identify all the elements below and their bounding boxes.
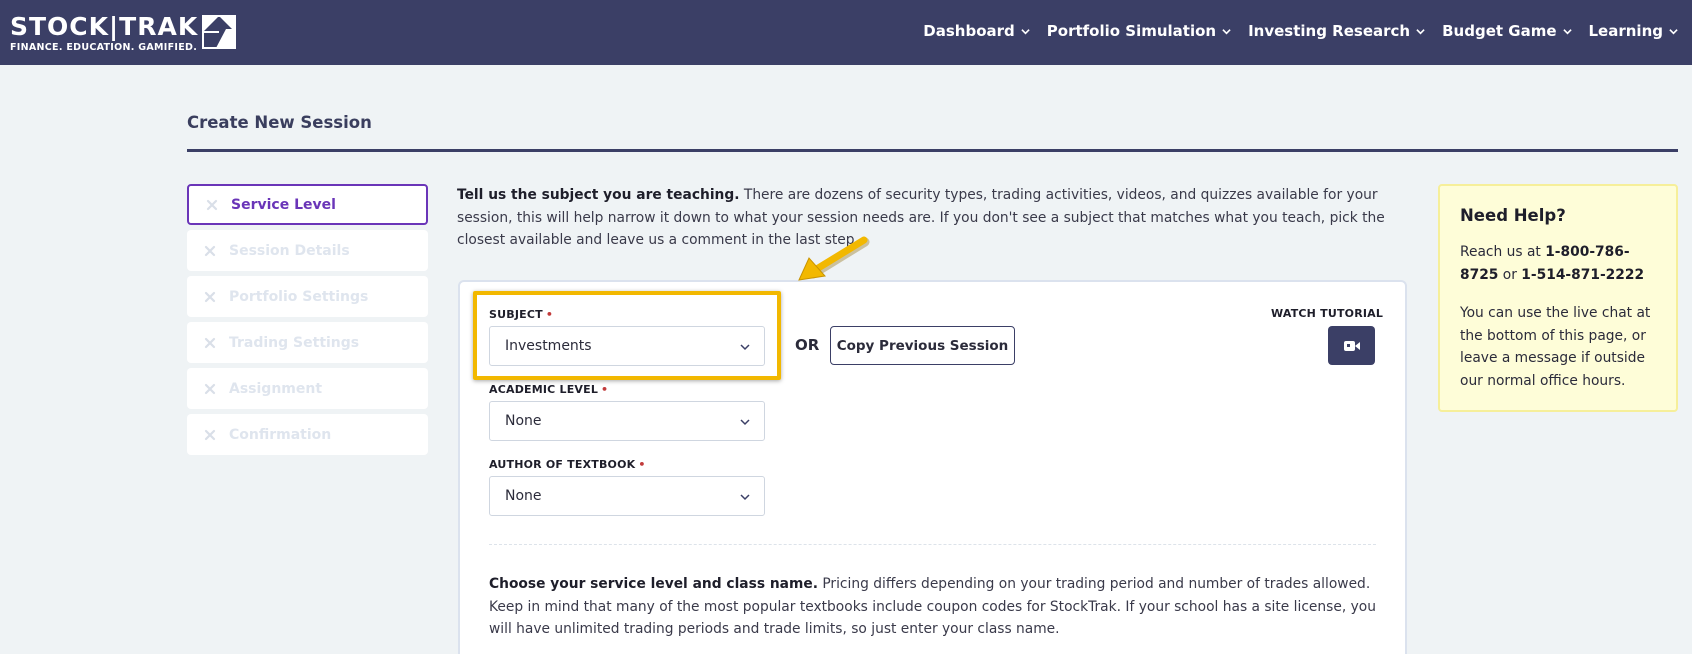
textbook-author-select[interactable]: None xyxy=(489,476,765,516)
stocktrak-logo[interactable]: STOCK|TRAK FINANCE. EDUCATION. GAMIFIED. xyxy=(10,12,236,53)
logo-mark-icon xyxy=(202,15,236,49)
close-icon xyxy=(206,199,218,210)
textbook-author-label-text: AUTHOR OF TEXTBOOK xyxy=(489,458,636,471)
academic-level-value: None xyxy=(505,413,542,429)
logo-tagline: FINANCE. EDUCATION. GAMIFIED. xyxy=(10,42,198,53)
help-phone-2[interactable]: 1-514-871-2222 xyxy=(1521,267,1644,283)
nav-dashboard[interactable]: Dashboard xyxy=(923,22,1030,40)
main-nav: Dashboard Portfolio Simulation Investing… xyxy=(906,22,1678,40)
step-label: Assignment xyxy=(229,380,323,397)
chevron-down-icon xyxy=(1222,28,1231,34)
close-icon xyxy=(204,383,216,394)
close-icon xyxy=(204,337,216,348)
help-note: You can use the live chat at the bottom … xyxy=(1460,305,1651,389)
help-reach-prefix: Reach us at xyxy=(1460,244,1546,260)
chevron-down-icon xyxy=(1562,28,1572,34)
academic-level-label: ACADEMIC LEVEL • xyxy=(489,383,608,396)
academic-level-label-text: ACADEMIC LEVEL xyxy=(489,383,599,396)
watch-tutorial-label: WATCH TUTORIAL xyxy=(1271,307,1384,320)
wizard-steps: Service Level Session Details Portfolio … xyxy=(187,184,428,460)
copy-previous-session-button[interactable]: Copy Previous Session xyxy=(830,326,1015,365)
nav-portfolio-simulation[interactable]: Portfolio Simulation xyxy=(1047,22,1231,40)
close-icon xyxy=(204,429,216,440)
arrow-pointer-icon xyxy=(798,236,870,281)
step-label: Confirmation xyxy=(229,426,332,443)
page-title: Create New Session xyxy=(187,113,372,132)
intro-bold: Tell us the subject you are teaching. xyxy=(457,187,740,203)
chevron-down-icon xyxy=(740,419,750,426)
chevron-down-icon xyxy=(740,494,750,501)
logo-wordmark: STOCK|TRAK xyxy=(10,12,199,41)
video-camera-icon xyxy=(1343,340,1360,351)
help-title: Need Help? xyxy=(1460,206,1566,225)
step-label: Session Details xyxy=(229,242,350,259)
nav-dashboard-label: Dashboard xyxy=(923,22,1015,40)
required-marker: • xyxy=(601,383,609,396)
step-confirmation[interactable]: Confirmation xyxy=(187,414,428,455)
top-navigation-bar: STOCK|TRAK FINANCE. EDUCATION. GAMIFIED.… xyxy=(0,0,1692,65)
chevron-down-icon xyxy=(1021,28,1030,34)
step-session-details[interactable]: Session Details xyxy=(187,230,428,271)
step-trading-settings[interactable]: Trading Settings xyxy=(187,322,428,363)
nav-portfolio-simulation-label: Portfolio Simulation xyxy=(1046,22,1217,40)
service-bold: Choose your service level and class name… xyxy=(489,576,818,592)
nav-budget-game-label: Budget Game xyxy=(1442,22,1557,40)
subject-intro-text: Tell us the subject you are teaching. Th… xyxy=(457,184,1412,252)
chevron-down-icon xyxy=(1416,28,1425,34)
nav-investing-research-label: Investing Research xyxy=(1248,22,1411,40)
textbook-author-label: AUTHOR OF TEXTBOOK • xyxy=(489,458,646,471)
section-divider xyxy=(489,544,1376,545)
step-label: Trading Settings xyxy=(229,334,360,351)
help-or: or xyxy=(1498,266,1522,283)
step-portfolio-settings[interactable]: Portfolio Settings xyxy=(187,276,428,317)
nav-learning-label: Learning xyxy=(1588,22,1664,40)
close-icon xyxy=(204,291,216,302)
step-label: Service Level xyxy=(231,196,336,213)
nav-investing-research[interactable]: Investing Research xyxy=(1248,22,1425,40)
nav-budget-game[interactable]: Budget Game xyxy=(1442,22,1572,40)
academic-level-select[interactable]: None xyxy=(489,401,765,441)
nav-learning[interactable]: Learning xyxy=(1589,22,1679,40)
need-help-panel: Need Help? Reach us at 1-800-786-8725 or… xyxy=(1438,184,1678,412)
help-contact: Reach us at 1-800-786-8725 or 1-514-871-… xyxy=(1460,241,1656,286)
watch-tutorial-button[interactable] xyxy=(1328,326,1375,365)
step-assignment[interactable]: Assignment xyxy=(187,368,428,409)
subject-highlight-box xyxy=(473,291,781,380)
or-separator: OR xyxy=(795,336,820,354)
step-service-level[interactable]: Service Level xyxy=(187,184,428,225)
required-marker: • xyxy=(638,458,646,471)
textbook-author-value: None xyxy=(505,488,542,504)
step-label: Portfolio Settings xyxy=(229,288,369,305)
service-level-text: Choose your service level and class name… xyxy=(489,573,1389,641)
title-divider xyxy=(187,149,1678,152)
close-icon xyxy=(204,245,216,256)
chevron-down-icon xyxy=(1669,28,1678,34)
